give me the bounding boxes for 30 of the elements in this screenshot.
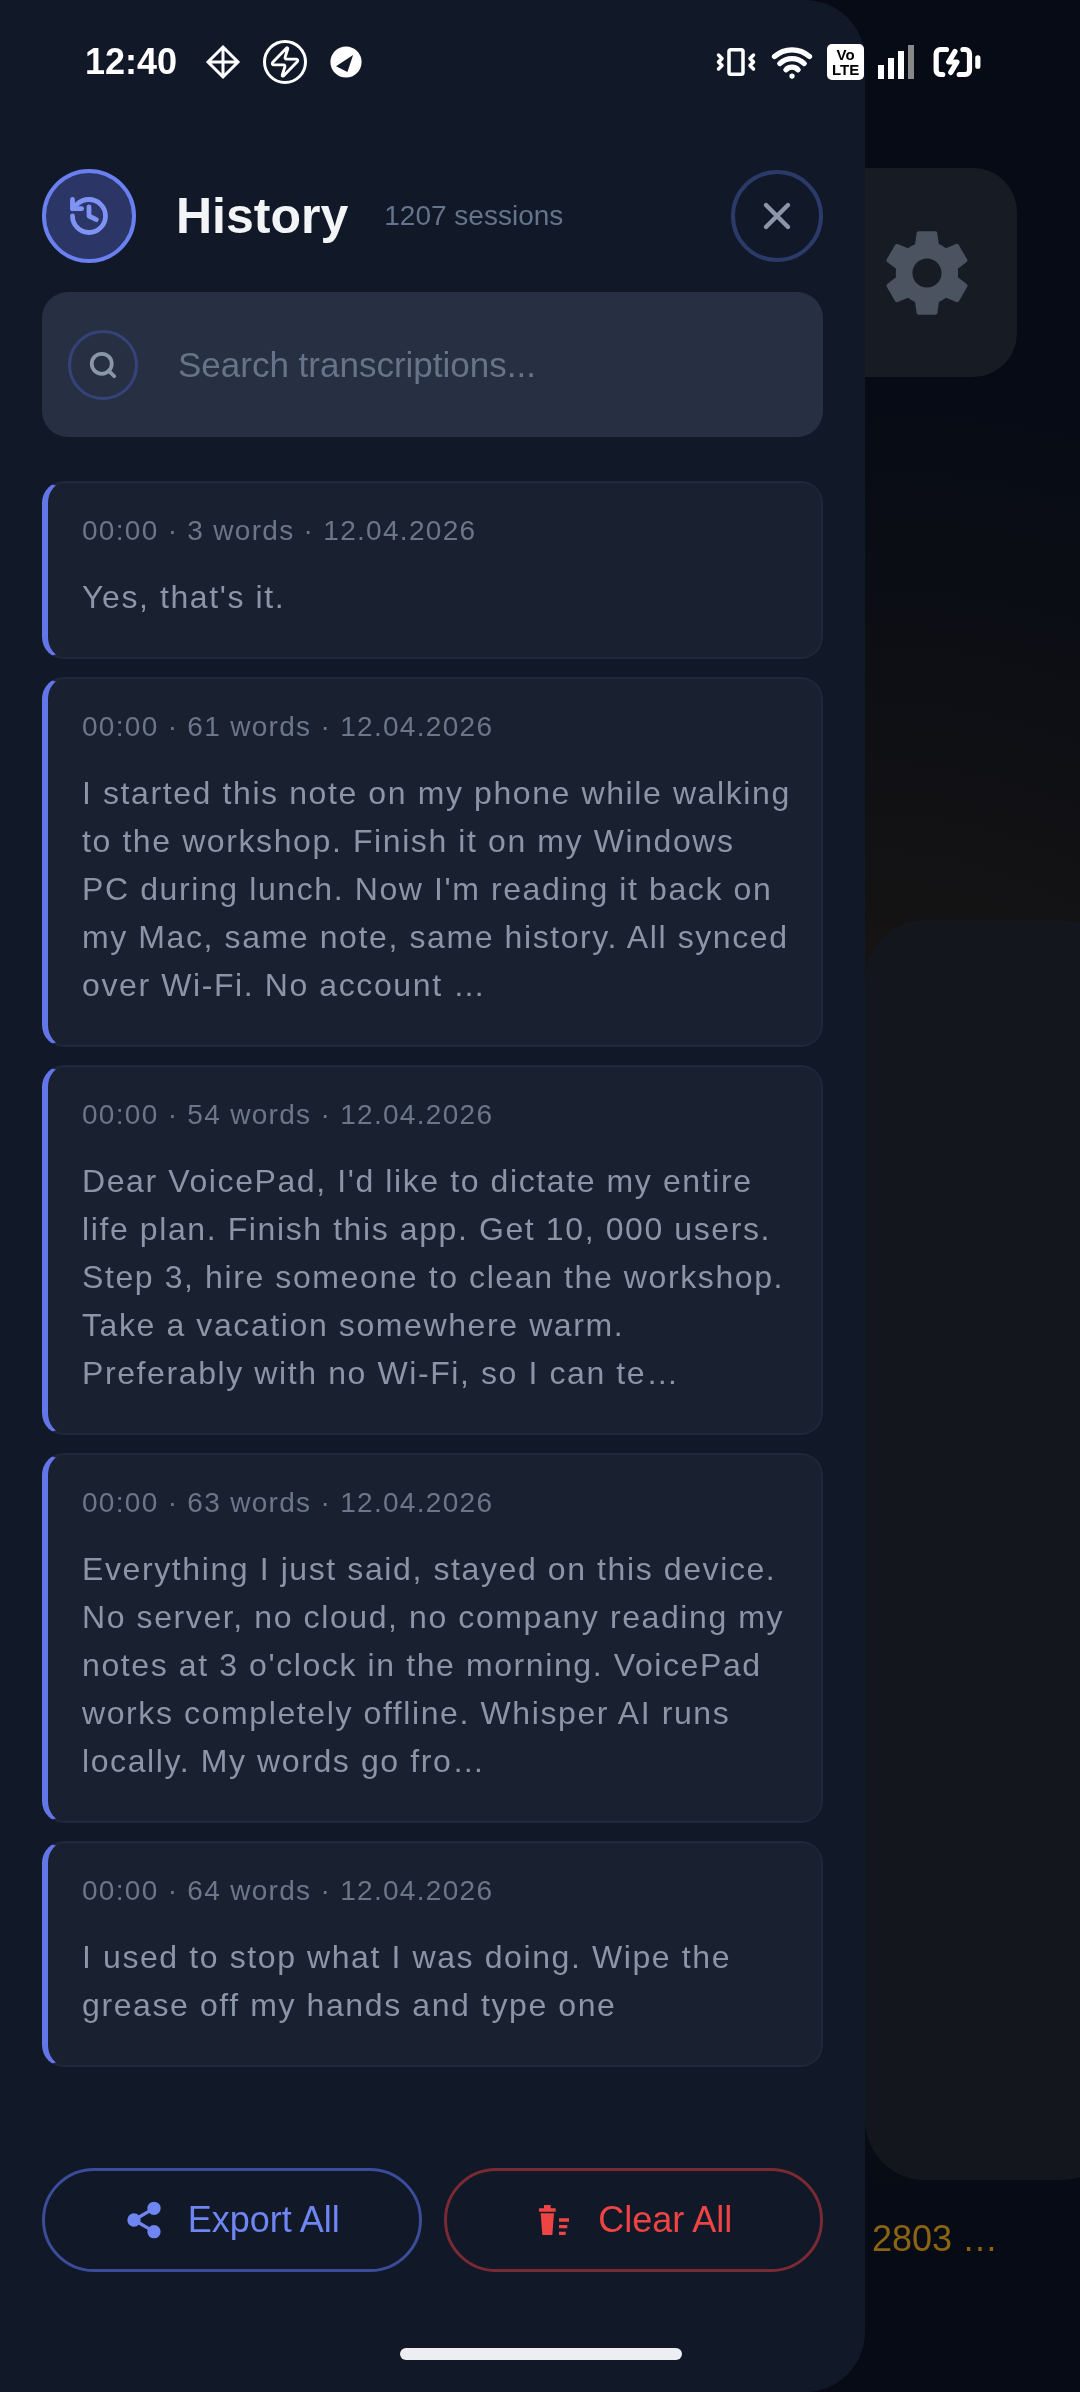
session-text: I used to stop what I was doing. Wipe the grease off my hands and type one	[82, 1938, 733, 2025]
session-meta: 00:00 · 3 words · 12.04.2026	[82, 515, 478, 547]
session-count: 1207 sessions	[384, 200, 565, 232]
session-meta: 00:00 · 64 words · 12.04.2026	[82, 1875, 495, 1907]
session-text: Yes, that's it.	[82, 578, 287, 617]
session-text: Dear VoicePad, I'd like to dictate my entire life plan. Finish this app. Get 10, 000 users. Step 3, hire someone to clean the workshop. Take a vacation somewhere warm. Preferably with no Wi-Fi, so I can te…	[82, 1162, 786, 1393]
bolt-circle-icon	[263, 40, 308, 84]
session-card[interactable]: 00:00 · 3 words · 12.04.2026 Yes, that's it.	[42, 481, 823, 659]
search-field[interactable]: Search transcriptions...	[176, 343, 823, 386]
session-meta: 00:00 · 61 words · 12.04.2026	[82, 711, 495, 743]
session-text: I started this note on my phone while walking to the workshop. Finish it on my Windows PC during lunch. Now I'm reading it back on my Mac, same note, same history. All synced over Wi-Fi. No account …	[82, 774, 791, 1005]
panel-title: History	[176, 187, 349, 245]
settings-card[interactable]	[865, 168, 1017, 377]
volte-badge: Vo LTE	[827, 44, 865, 80]
diamond-icon	[205, 44, 242, 80]
session-card[interactable]	[42, 677, 823, 1047]
session-card[interactable]	[42, 1065, 823, 1435]
clear-button[interactable]: Clear All	[443, 2168, 823, 2272]
app-notification-icon	[329, 45, 364, 79]
session-text: Everything I just said, stayed on this device. No server, no cloud, no company reading my notes at 3 o'clock in the morning. VoicePad works completely offline. Whisper AI runs locally. My words go fro…	[82, 1550, 786, 1781]
session-card[interactable]	[42, 1453, 823, 1823]
stat-text: 2803 …	[872, 2218, 999, 2260]
history-icon	[67, 194, 111, 238]
session-meta: 00:00 · 63 words · 12.04.2026	[82, 1487, 495, 1519]
session-meta: 00:00 · 54 words · 12.04.2026	[82, 1099, 495, 1131]
search-icon	[68, 329, 138, 400]
status-time: 12:40	[85, 41, 178, 83]
session-card[interactable]: 00:00 · 64 words · 12.04.2026 I used to stop what I was doing. Wipe the grease off my hands and type one	[42, 1841, 823, 2067]
export-button[interactable]: Export All	[42, 2168, 422, 2272]
close-button[interactable]	[731, 170, 823, 262]
